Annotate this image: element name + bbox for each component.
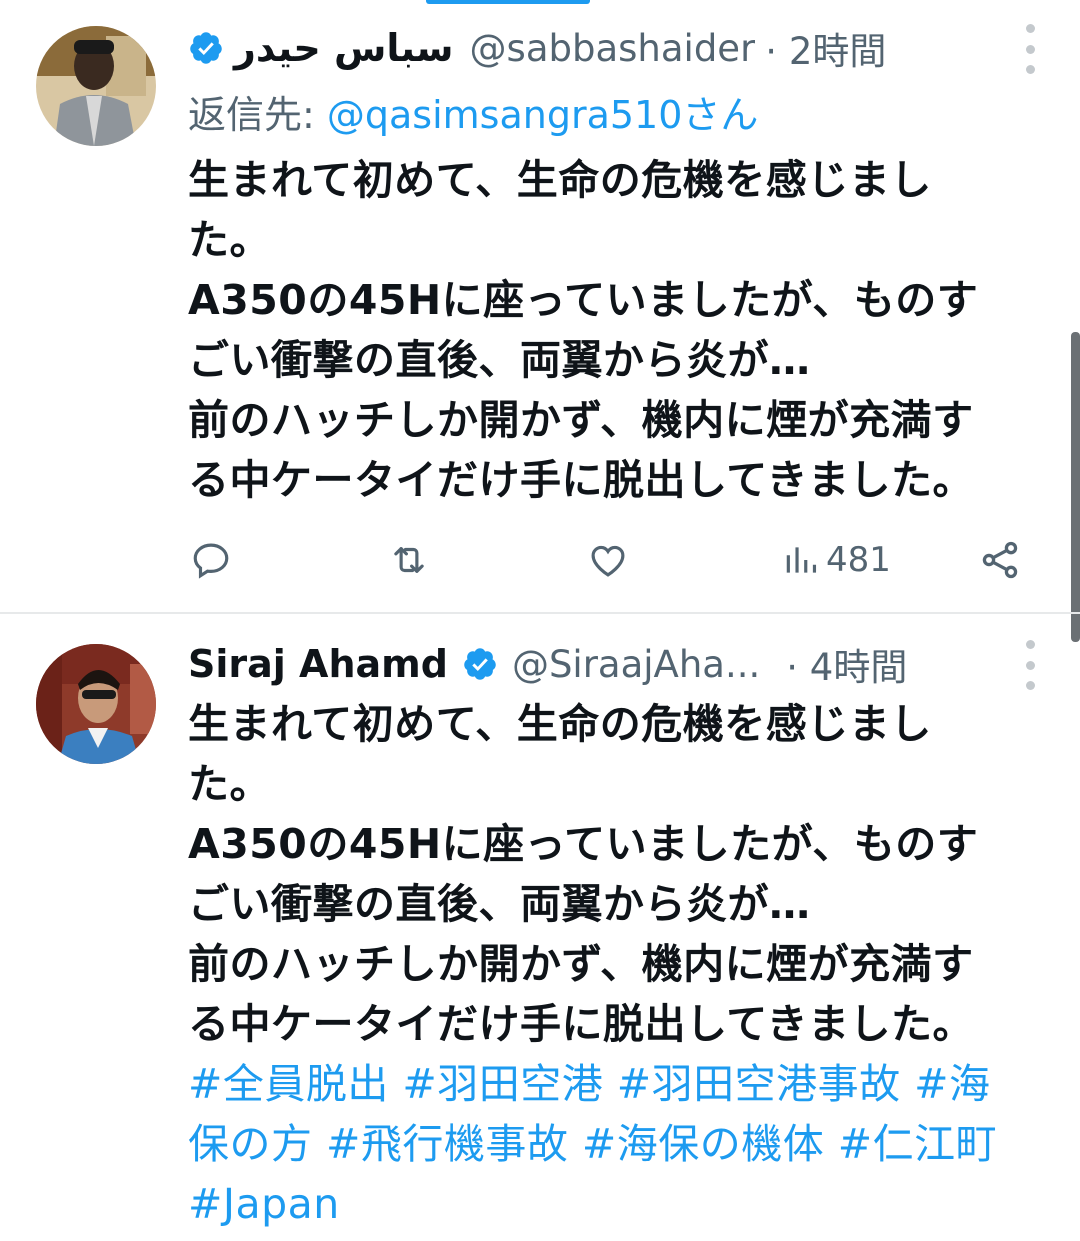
timestamp[interactable]: · 2時間 bbox=[765, 21, 886, 75]
text-line: 前のハッチしか開かず、機内に煙が充満す bbox=[188, 940, 974, 988]
action-bar: 481 bbox=[188, 535, 1028, 585]
retweet-icon bbox=[394, 547, 424, 573]
share-icon bbox=[982, 541, 1018, 579]
text-line: ごい衝撃の直後、両翼から炎が… bbox=[188, 336, 811, 384]
tweet-header: سباس حيدر @sabbashaider · 2時間 bbox=[188, 20, 1040, 76]
text-line: A350の45Hに座っていましたが、ものす bbox=[188, 820, 979, 868]
more-options-icon[interactable] bbox=[1020, 640, 1040, 690]
display-name[interactable]: Siraj Ahamd bbox=[188, 642, 448, 686]
reply-mention-link[interactable]: @qasimsangra510さん bbox=[327, 93, 759, 137]
reply-button[interactable] bbox=[190, 535, 232, 585]
tweet-text: 生まれて初めて、生命の危機を感じまし た。 A350の45Hに座っていましたが、… bbox=[188, 694, 1058, 1234]
hashtag-line[interactable]: 保の方 #飛行機事故 #海保の機体 #仁江町 bbox=[188, 1114, 1058, 1174]
user-handle[interactable]: @sabbashaider bbox=[470, 27, 756, 70]
views-count: 481 bbox=[826, 540, 891, 580]
text-line: A350の45Hに座っていましたが、ものす bbox=[188, 276, 979, 324]
hashtag-line[interactable]: #Japan bbox=[188, 1174, 1058, 1234]
text-line: ごい衝撃の直後、両翼から炎が… bbox=[188, 880, 811, 928]
text-line: 生まれて初めて、生命の危機を感じまし bbox=[188, 700, 932, 748]
avatar[interactable] bbox=[36, 26, 156, 146]
views-button[interactable]: 481 bbox=[782, 535, 891, 585]
views-icon bbox=[786, 547, 817, 573]
hashtag-line[interactable]: #全員脱出 #羽田空港 #羽田空港事故 #海 bbox=[188, 1054, 1058, 1114]
text-line: た。 bbox=[188, 216, 271, 264]
text-line: 生まれて初めて、生命の危機を感じまし bbox=[188, 156, 932, 204]
verified-badge-icon bbox=[190, 32, 222, 64]
reply-to-line: 返信先: @qasimsangra510さん bbox=[188, 84, 758, 139]
user-handle[interactable]: @SiraajAha... bbox=[512, 643, 760, 686]
reply-icon bbox=[193, 543, 229, 579]
tweet-text: 生まれて初めて、生命の危機を感じまし た。 A350の45Hに座っていましたが、… bbox=[188, 150, 1058, 510]
heart-icon bbox=[591, 545, 625, 577]
timestamp[interactable]: · 4時間 bbox=[786, 637, 907, 691]
text-line: る中ケータイだけ手に脱出してきました。 bbox=[188, 1000, 975, 1048]
more-options-icon[interactable] bbox=[1020, 24, 1040, 74]
avatar[interactable] bbox=[36, 644, 156, 764]
tweet-1[interactable]: سباس حيدر @sabbashaider · 2時間 返信先: @qasi… bbox=[0, 0, 1080, 612]
verified-badge-icon bbox=[464, 648, 496, 680]
share-button[interactable] bbox=[978, 535, 1022, 585]
tweet-2[interactable]: Siraj Ahamd @SiraajAha... · 4時間 生まれて初めて、… bbox=[0, 614, 1080, 1241]
reply-prefix: 返信先: bbox=[188, 93, 327, 137]
text-line: 前のハッチしか開かず、機内に煙が充満す bbox=[188, 396, 974, 444]
retweet-button[interactable] bbox=[386, 535, 432, 585]
tweet-header: Siraj Ahamd @SiraajAha... · 4時間 bbox=[188, 636, 1040, 692]
text-line: る中ケータイだけ手に脱出してきました。 bbox=[188, 456, 975, 504]
like-button[interactable] bbox=[586, 535, 630, 585]
display-name[interactable]: سباس حيدر bbox=[234, 26, 454, 70]
text-line: た。 bbox=[188, 760, 271, 808]
